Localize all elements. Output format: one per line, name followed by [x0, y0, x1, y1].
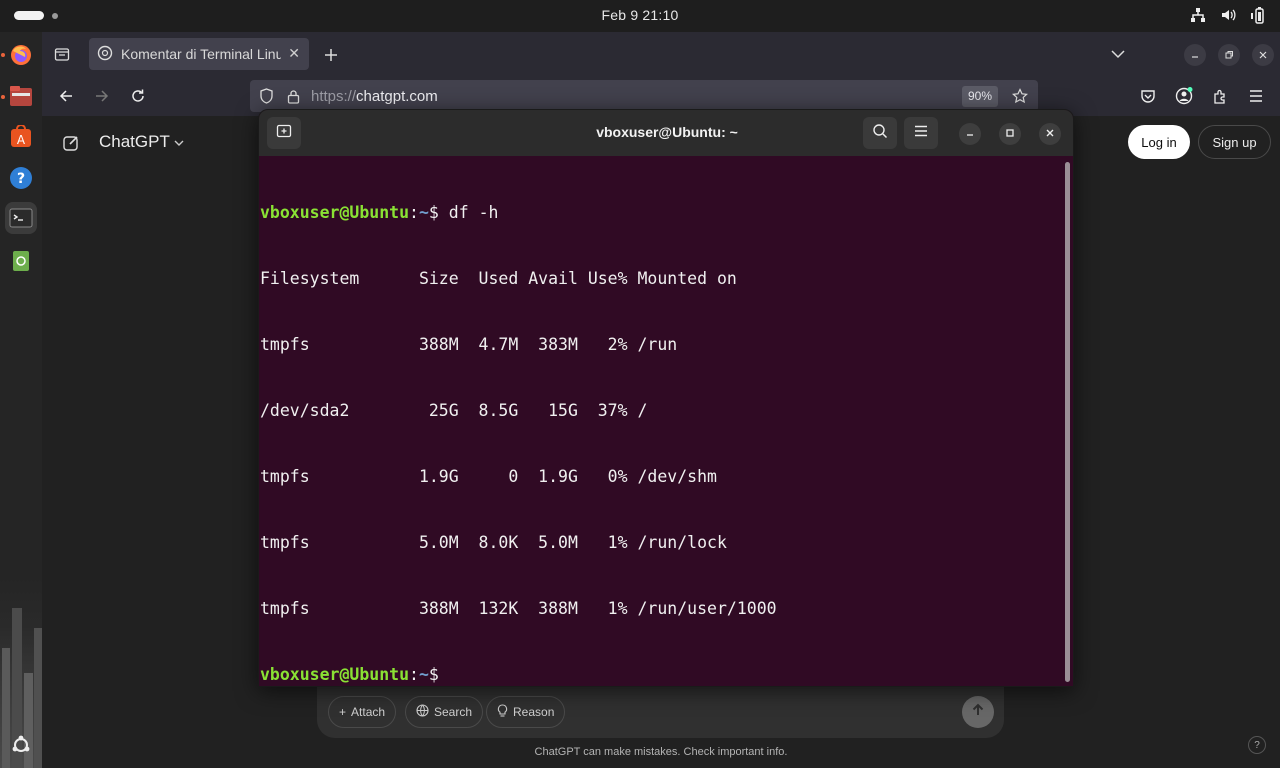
output-line: tmpfs 5.0M 8.0K 5.0M 1% /run/lock: [260, 533, 727, 552]
send-button[interactable]: [962, 696, 994, 728]
signup-button[interactable]: Sign up: [1198, 125, 1271, 159]
disclaimer-text: ChatGPT can make mistakes. Check importa…: [534, 746, 788, 758]
chevron-down-icon: [174, 132, 184, 151]
tab-title: Komentar di Terminal Linux: [121, 46, 281, 62]
browser-tab[interactable]: Komentar di Terminal Linux ✕: [89, 38, 309, 70]
svg-text:A: A: [17, 133, 26, 147]
new-tab-icon[interactable]: [320, 44, 342, 66]
hamburger-menu-icon[interactable]: [1246, 86, 1266, 106]
restore-icon[interactable]: [1218, 44, 1240, 66]
prompt-separator: :: [409, 665, 419, 684]
attach-button[interactable]: + Attach: [328, 696, 397, 728]
terminal-menu-button[interactable]: [904, 117, 938, 149]
terminal-output[interactable]: vboxuser@Ubuntu:~$ df -h Filesystem Size…: [260, 158, 1060, 686]
files-icon[interactable]: [5, 80, 37, 112]
extensions-icon[interactable]: [1210, 86, 1230, 106]
bookmark-star-icon[interactable]: [1012, 88, 1028, 104]
pocket-icon[interactable]: [1138, 86, 1158, 106]
close-icon: [1045, 125, 1055, 143]
terminal-title: vboxuser@Ubuntu: ~: [596, 124, 738, 140]
terminal-search-button[interactable]: [863, 117, 897, 149]
command-text: df -h: [448, 203, 499, 222]
shield-icon[interactable]: [258, 88, 274, 104]
browser-tab-strip: Komentar di Terminal Linux ✕: [42, 32, 1280, 76]
search-label: Search: [434, 705, 473, 719]
login-button[interactable]: Log in: [1128, 125, 1190, 159]
output-line: /dev/sda2 25G 8.5G 15G 37% /: [260, 401, 648, 420]
minimize-icon[interactable]: [1184, 44, 1206, 66]
svg-text:?: ?: [17, 171, 25, 187]
top-bar: Feb 9 21:10: [0, 0, 1280, 32]
arrow-up-icon: [971, 703, 985, 722]
clock[interactable]: Feb 9 21:10: [0, 7, 1280, 23]
minimize-icon: [965, 125, 975, 143]
search-icon: [872, 123, 888, 144]
terminal-maximize-button[interactable]: [999, 123, 1021, 145]
help-icon[interactable]: ?: [5, 162, 37, 194]
hamburger-menu-icon: [914, 124, 928, 142]
model-selector[interactable]: ChatGPT: [99, 132, 184, 152]
prompt-user: vboxuser@Ubuntu: [260, 203, 410, 222]
close-tab-icon[interactable]: ✕: [288, 45, 300, 62]
openai-favicon-icon: [97, 45, 113, 64]
terminal-icon[interactable]: [5, 202, 37, 234]
reason-button[interactable]: Reason: [486, 696, 566, 728]
reason-label: Reason: [513, 705, 555, 719]
system-tray[interactable]: [1190, 6, 1266, 24]
maximize-icon: [1005, 125, 1015, 143]
prompt-dollar: $: [428, 665, 449, 684]
brand-label: ChatGPT: [99, 132, 170, 151]
output-line: tmpfs 388M 132K 388M 1% /run/user/1000: [260, 599, 777, 618]
terminal-minimize-button[interactable]: [959, 123, 981, 145]
prompt-separator: :: [409, 203, 419, 222]
attach-label: Attach: [351, 705, 386, 719]
globe-icon: [416, 704, 429, 720]
help-button[interactable]: ?: [1248, 736, 1266, 754]
terminal-close-button[interactable]: [1039, 123, 1061, 145]
app-center-icon[interactable]: A: [5, 121, 37, 153]
output-line: Filesystem Size Used Avail Use% Mounted …: [260, 269, 737, 288]
prompt-dollar: $: [428, 203, 449, 222]
output-line: tmpfs 388M 4.7M 383M 2% /run: [260, 335, 678, 354]
dock: A ?: [0, 32, 42, 768]
volume-icon: [1220, 7, 1236, 23]
url-bar[interactable]: https://chatgpt.com 90%: [250, 80, 1038, 112]
battery-icon: [1250, 6, 1266, 24]
back-arrow-icon[interactable]: [56, 86, 76, 106]
prompt-path: ~: [418, 665, 429, 684]
account-icon[interactable]: [1174, 86, 1194, 106]
prompt-line: vboxuser@Ubuntu:~$ df -h: [260, 202, 1060, 224]
firefox-icon[interactable]: [5, 39, 37, 71]
plus-icon: +: [339, 705, 347, 719]
network-icon: [1190, 7, 1206, 23]
new-chat-icon[interactable]: [60, 132, 82, 154]
output-line: tmpfs 1.9G 0 1.9G 0% /dev/shm: [260, 467, 717, 486]
forward-arrow-icon[interactable]: [92, 86, 112, 106]
prompt-user: vboxuser@Ubuntu: [260, 665, 410, 684]
zoom-level[interactable]: 90%: [962, 86, 999, 107]
chevron-down-icon[interactable]: [1108, 44, 1128, 64]
terminal-scrollbar[interactable]: [1065, 162, 1070, 682]
prompt-line: vboxuser@Ubuntu:~$: [260, 664, 1060, 686]
prompt-path: ~: [418, 203, 429, 222]
show-apps-icon[interactable]: [5, 729, 37, 761]
terminal-window[interactable]: vboxuser@Ubuntu: ~ vboxuser@Ubuntu:~$ df…: [258, 109, 1074, 687]
reload-icon[interactable]: [128, 86, 148, 106]
close-window-icon[interactable]: [1252, 44, 1274, 66]
terminal-header[interactable]: vboxuser@Ubuntu: ~: [259, 110, 1073, 156]
lightbulb-icon: [497, 703, 508, 721]
tab-list-icon[interactable]: [52, 44, 72, 64]
lock-icon[interactable]: [286, 88, 300, 104]
search-button[interactable]: Search: [405, 696, 484, 728]
url-text: https://chatgpt.com: [311, 88, 438, 105]
trash-icon[interactable]: [5, 244, 37, 276]
